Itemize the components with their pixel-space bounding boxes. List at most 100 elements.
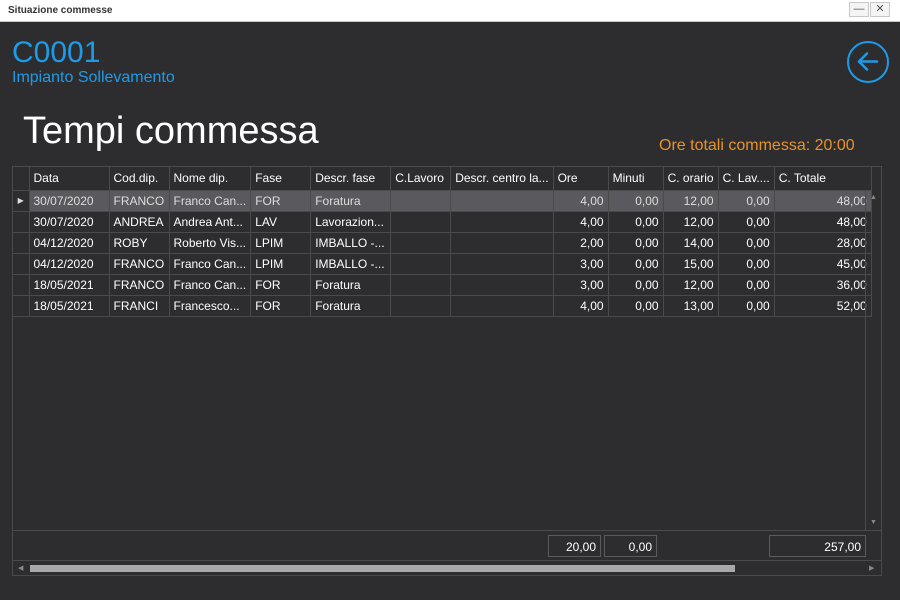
table-cell[interactable]: Foratura (310, 190, 392, 212)
table-row[interactable]: 18/05/2021 FRANCI Francesco... FOR Foratura 4… (13, 295, 872, 317)
table-cell[interactable]: 52,00 (774, 295, 872, 317)
table-cell[interactable]: 0,00 (718, 232, 775, 254)
row-header[interactable] (13, 232, 30, 254)
column-header[interactable]: Descr. fase (310, 167, 392, 191)
table-cell[interactable]: 3,00 (553, 274, 609, 296)
row-header[interactable] (13, 274, 30, 296)
row-header[interactable]: ▶ (13, 190, 30, 212)
table-cell[interactable]: 13,00 (663, 295, 719, 317)
table-cell[interactable] (390, 253, 452, 275)
close-button[interactable]: ✕ (870, 2, 890, 17)
table-cell[interactable]: 0,00 (718, 253, 775, 275)
table-cell[interactable]: Andrea Ant... (169, 211, 252, 233)
column-header[interactable]: C. Totale (774, 167, 872, 191)
table-cell[interactable]: 30/07/2020 (29, 211, 110, 233)
table-cell[interactable]: 0,00 (608, 274, 664, 296)
table-cell[interactable]: Franco Can... (169, 274, 252, 296)
table-cell[interactable]: FOR (250, 190, 312, 212)
table-cell[interactable]: 28,00 (774, 232, 872, 254)
table-cell[interactable]: ROBY (109, 232, 170, 254)
minimize-button[interactable]: — (849, 2, 869, 17)
table-cell[interactable]: LPIM (250, 232, 312, 254)
table-cell[interactable]: 0,00 (608, 295, 664, 317)
table-cell[interactable]: 12,00 (663, 211, 719, 233)
table-cell[interactable] (390, 232, 452, 254)
table-cell[interactable]: FRANCI (109, 295, 170, 317)
table-cell[interactable]: 48,00 (774, 190, 872, 212)
table-cell[interactable]: 48,00 (774, 211, 872, 233)
table-cell[interactable]: 45,00 (774, 253, 872, 275)
table-cell[interactable]: 12,00 (663, 190, 719, 212)
table-cell[interactable]: FOR (250, 295, 312, 317)
table-cell[interactable]: 14,00 (663, 232, 719, 254)
table-cell[interactable]: FOR (250, 274, 312, 296)
table-cell[interactable] (450, 253, 554, 275)
table-cell[interactable]: 36,00 (774, 274, 872, 296)
table-cell[interactable]: 0,00 (608, 190, 664, 212)
table-cell[interactable]: Francesco... (169, 295, 252, 317)
table-cell[interactable] (450, 295, 554, 317)
column-header[interactable]: Descr. centro la... (450, 167, 554, 191)
table-cell[interactable]: 0,00 (718, 295, 775, 317)
vertical-scrollbar[interactable]: ▲ ▼ (865, 190, 882, 530)
table-row[interactable]: 04/12/2020 FRANCO Franco Can... LPIM IMBALLO… (13, 253, 872, 275)
table-cell[interactable]: LAV (250, 211, 312, 233)
table-cell[interactable]: Foratura (310, 274, 392, 296)
scroll-left-icon[interactable]: ◀ (18, 564, 23, 572)
table-cell[interactable] (390, 190, 452, 212)
scroll-down-icon[interactable]: ▼ (870, 519, 877, 526)
table-cell[interactable]: 18/05/2021 (29, 295, 110, 317)
table-cell[interactable]: 15,00 (663, 253, 719, 275)
table-cell[interactable]: ANDREA (109, 211, 170, 233)
table-cell[interactable] (390, 211, 452, 233)
table-cell[interactable] (390, 274, 452, 296)
table-cell[interactable]: 30/07/2020 (29, 190, 110, 212)
column-header[interactable]: Cod.dip. (109, 167, 170, 191)
table-cell[interactable]: 4,00 (553, 190, 609, 212)
table-cell[interactable]: Roberto Vis... (169, 232, 252, 254)
table-cell[interactable]: 0,00 (718, 274, 775, 296)
column-header[interactable]: Data (29, 167, 110, 191)
table-cell[interactable]: 18/05/2021 (29, 274, 110, 296)
table-cell[interactable]: IMBALLO -... (310, 232, 392, 254)
column-header[interactable]: Minuti (608, 167, 664, 191)
table-cell[interactable]: 12,00 (663, 274, 719, 296)
table-cell[interactable]: 0,00 (608, 232, 664, 254)
table-cell[interactable]: 0,00 (608, 253, 664, 275)
table-cell[interactable]: FRANCO (109, 274, 170, 296)
table-cell[interactable]: 0,00 (718, 190, 775, 212)
horizontal-scrollbar[interactable]: ◀ ▶ (13, 560, 881, 575)
table-cell[interactable] (450, 190, 554, 212)
table-cell[interactable] (450, 211, 554, 233)
table-cell[interactable]: Foratura (310, 295, 392, 317)
table-cell[interactable]: LPIM (250, 253, 312, 275)
row-header[interactable] (13, 211, 30, 233)
row-header[interactable] (13, 253, 30, 275)
column-header[interactable]: Ore (553, 167, 609, 191)
table-cell[interactable]: 04/12/2020 (29, 253, 110, 275)
table-row[interactable]: 18/05/2021 FRANCO Franco Can... FOR Foratura… (13, 274, 872, 296)
table-row[interactable]: 30/07/2020 ANDREA Andrea Ant... LAV Lavorazi… (13, 211, 872, 233)
table-cell[interactable]: FRANCO (109, 190, 170, 212)
column-header[interactable]: Nome dip. (169, 167, 252, 191)
table-cell[interactable]: 4,00 (553, 211, 609, 233)
table-cell[interactable] (450, 274, 554, 296)
scroll-up-icon[interactable]: ▲ (870, 194, 877, 201)
horizontal-scroll-thumb[interactable] (30, 565, 735, 572)
table-cell[interactable] (450, 232, 554, 254)
column-header[interactable]: Fase (250, 167, 312, 191)
table-cell[interactable]: 0,00 (718, 211, 775, 233)
table-cell[interactable]: IMBALLO -... (310, 253, 392, 275)
scroll-right-icon[interactable]: ▶ (869, 564, 874, 572)
table-row[interactable]: ▶ 30/07/2020 FRANCO Franco Can... FOR Foratur… (13, 190, 872, 212)
table-cell[interactable]: 2,00 (553, 232, 609, 254)
table-cell[interactable]: 3,00 (553, 253, 609, 275)
table-cell[interactable]: 0,00 (608, 211, 664, 233)
column-header[interactable]: C. orario (663, 167, 719, 191)
table-row[interactable]: 04/12/2020 ROBY Roberto Vis... LPIM IMBALLO … (13, 232, 872, 254)
table-cell[interactable]: FRANCO (109, 253, 170, 275)
back-button[interactable] (847, 41, 889, 83)
table-cell[interactable]: Franco Can... (169, 190, 252, 212)
table-cell[interactable]: Franco Can... (169, 253, 252, 275)
column-header[interactable]: C.Lavoro (390, 167, 452, 191)
